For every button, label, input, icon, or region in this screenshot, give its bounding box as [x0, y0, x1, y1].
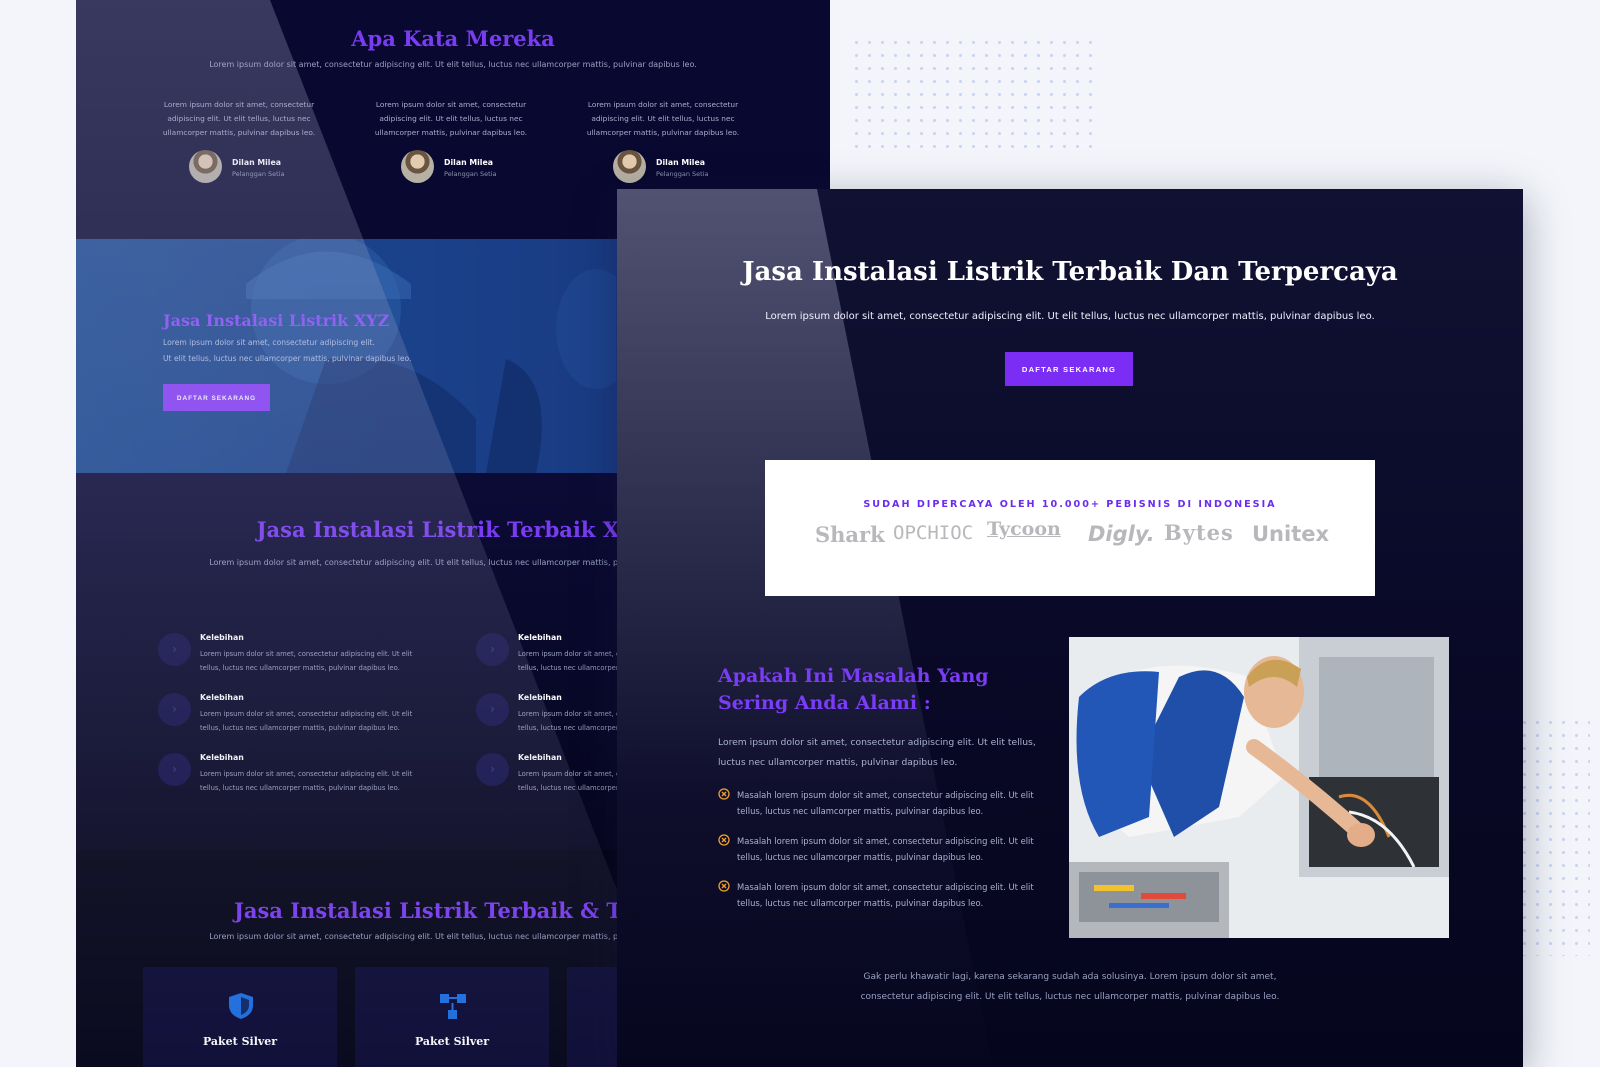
testimonial-card: Lorem ipsum dolor sit amet, consectetur …: [361, 98, 541, 184]
feature-item: › Kelebihan Lorem ipsum dolor sit amet, …: [158, 693, 448, 743]
trusted-by-label: SUDAH DIPERCAYA OLEH 10.000+ PEBISNIS DI…: [863, 499, 1277, 510]
avatar: [613, 150, 646, 183]
problem-text: Masalah lorem ipsum dolor sit amet, cons…: [737, 790, 1034, 816]
user-role: Pelanggan Setia: [232, 170, 285, 178]
user-role: Pelanggan Setia: [444, 170, 497, 178]
problem-item: Masalah lorem ipsum dolor sit amet, cons…: [718, 879, 1058, 919]
brand-logo-bytes: Bytes: [1164, 520, 1234, 545]
testimonial-quote: Lorem ipsum dolor sit amet, consectetur …: [586, 100, 740, 137]
chevron-right-icon: ›: [476, 753, 509, 786]
feature-title: Kelebihan: [518, 693, 562, 702]
section-title: Apa Kata Mereka: [351, 26, 555, 51]
pricing-card[interactable]: Paket Silver: [355, 967, 549, 1067]
problem-text: Masalah lorem ipsum dolor sit amet, cons…: [737, 882, 1034, 908]
hero-text: Lorem ipsum dolor sit amet, consectetur …: [163, 335, 463, 367]
chevron-right-icon: ›: [158, 753, 191, 786]
dot-pattern: [850, 36, 1095, 154]
hero-title: Jasa Instalasi Listrik XYZ: [163, 311, 390, 330]
hero-subtitle: Lorem ipsum dolor sit amet, consectetur …: [765, 311, 1375, 322]
chevron-right-icon: ›: [476, 693, 509, 726]
plan-name: Paket Silver: [414, 1035, 490, 1048]
front-page-preview: Jasa Instalasi Listrik Terbaik Dan Terpe…: [617, 189, 1523, 1067]
chevron-right-icon: ›: [158, 693, 191, 726]
hero-title: Jasa Instalasi Listrik Terbaik Dan Terpe…: [742, 257, 1398, 287]
hero-text-line: Lorem ipsum dolor sit amet, consectetur …: [163, 338, 375, 347]
problem-title: Apakah Ini Masalah Yang Sering Anda Alam…: [718, 665, 989, 714]
avatar: [401, 150, 434, 183]
closing-text-line: consectetur adipiscing elit. Ut elit tel…: [860, 992, 1280, 1002]
feature-item: › Kelebihan Lorem ipsum dolor sit amet, …: [158, 753, 448, 803]
testimonial-quote: Lorem ipsum dolor sit amet, consectetur …: [374, 100, 528, 137]
closing-text: Gak perlu khawatir lagi, karena sekarang…: [617, 967, 1523, 1007]
plan-name: Paket Silver: [202, 1035, 278, 1048]
technician-photo: [1069, 637, 1449, 938]
network-icon: [440, 994, 466, 1019]
problem-item: Masalah lorem ipsum dolor sit amet, cons…: [718, 833, 1058, 873]
problem-item: Masalah lorem ipsum dolor sit amet, cons…: [718, 787, 1058, 827]
feature-text: Lorem ipsum dolor sit amet, consectetur …: [200, 650, 413, 672]
user-role: Pelanggan Setia: [656, 170, 709, 178]
feature-text: Lorem ipsum dolor sit amet, consectetur …: [200, 770, 413, 792]
feature-title: Kelebihan: [200, 633, 244, 642]
feature-item: › Kelebihan Lorem ipsum dolor sit amet, …: [158, 633, 448, 683]
brand-logo-digly: Digly.: [1088, 522, 1155, 546]
problem-text: Masalah lorem ipsum dolor sit amet, cons…: [737, 836, 1034, 862]
register-button[interactable]: DAFTAR SEKARANG: [1005, 352, 1133, 386]
testimonial-user: Dilan Milea Pelanggan Setia: [149, 150, 329, 184]
dot-pattern: [1518, 716, 1590, 956]
user-name: Dilan Milea: [656, 158, 705, 167]
x-circle-icon: [718, 788, 730, 800]
register-button[interactable]: DAFTAR SEKARANG: [163, 384, 270, 411]
testimonial-card: Lorem ipsum dolor sit amet, consectetur …: [149, 98, 329, 184]
brand-logo-opchioc: OPCHIOC: [893, 522, 974, 544]
feature-title: Kelebihan: [518, 633, 562, 642]
testimonial-quote: Lorem ipsum dolor sit amet, consectetur …: [162, 100, 316, 137]
brand-logo-shark: Shark: [815, 522, 885, 547]
brand-logo-tycoon: Tycoon: [987, 518, 1061, 540]
x-circle-icon: [718, 880, 730, 892]
testimonial-user: Dilan Milea Pelanggan Setia: [361, 150, 541, 184]
testimonial-card: Lorem ipsum dolor sit amet, consectetur …: [573, 98, 753, 184]
feature-text: Lorem ipsum dolor sit amet, consectetur …: [200, 710, 413, 732]
trusted-by-box: SUDAH DIPERCAYA OLEH 10.000+ PEBISNIS DI…: [765, 460, 1375, 596]
feature-title: Kelebihan: [200, 753, 244, 762]
shield-icon: [229, 993, 253, 1019]
hero-text-line: Ut elit tellus, luctus nec ullamcorper m…: [163, 354, 412, 363]
feature-title: Kelebihan: [200, 693, 244, 702]
avatar: [189, 150, 222, 183]
pricing-card[interactable]: Paket Silver: [143, 967, 337, 1067]
problem-intro: Lorem ipsum dolor sit amet, consectetur …: [718, 737, 1036, 768]
chevron-right-icon: ›: [476, 633, 509, 666]
feature-title: Kelebihan: [518, 753, 562, 762]
chevron-right-icon: ›: [158, 633, 191, 666]
user-name: Dilan Milea: [232, 158, 281, 167]
closing-text-line: Gak perlu khawatir lagi, karena sekarang…: [863, 972, 1277, 982]
section-subtitle: Lorem ipsum dolor sit amet, consectetur …: [209, 60, 697, 69]
user-name: Dilan Milea: [444, 158, 493, 167]
testimonial-user: Dilan Milea Pelanggan Setia: [573, 150, 753, 184]
brand-logo-unitex: Unitex: [1252, 522, 1330, 546]
x-circle-icon: [718, 834, 730, 846]
